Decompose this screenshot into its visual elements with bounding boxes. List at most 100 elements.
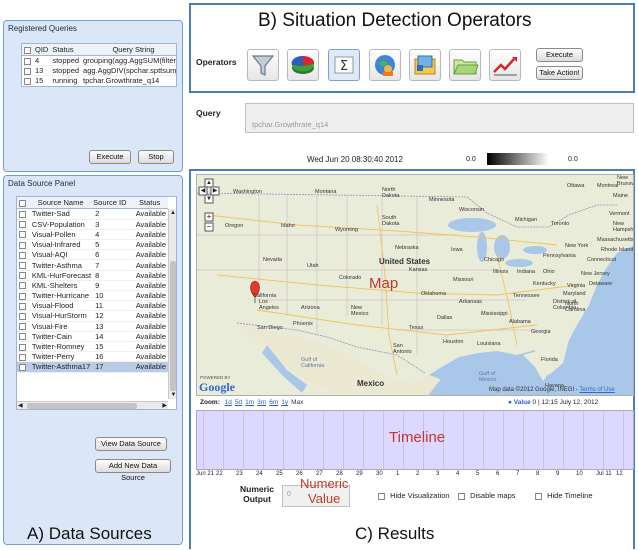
table-row[interactable]: Twitter-Sad 2 Available <box>17 209 168 220</box>
globe-person-icon[interactable] <box>369 49 401 81</box>
hide-visualization-checkbox[interactable] <box>378 492 385 500</box>
col-qid-header[interactable]: QID <box>33 44 51 56</box>
timeline-chart[interactable]: Timeline <box>196 410 634 470</box>
zoom-option-1d[interactable]: 1d <box>225 399 232 406</box>
execute-query-button[interactable]: Execute <box>89 150 131 164</box>
row-checkbox[interactable] <box>24 77 31 85</box>
row-checkbox[interactable] <box>19 302 26 310</box>
label-c-results: C) Results <box>355 524 435 543</box>
pan-down-icon[interactable]: ▼ <box>205 195 213 203</box>
table-row[interactable]: 4 stopped grouping(agg.AggSUM(filter_c <box>22 55 176 67</box>
hide-visualization-option[interactable]: Hide Visualization <box>378 491 450 500</box>
row-checkbox[interactable] <box>19 241 26 249</box>
select-all-queries-checkbox[interactable] <box>24 46 31 54</box>
col-source-name-header[interactable]: Source Name <box>30 197 92 209</box>
data-source-horizontal-scrollbar[interactable]: ◀ ▶ <box>17 401 168 409</box>
table-row[interactable]: KML-HurForecast 8 Available <box>17 270 168 281</box>
row-checkbox[interactable] <box>19 231 26 239</box>
row-checkbox[interactable] <box>19 343 26 351</box>
scroll-down-icon[interactable]: ▼ <box>169 391 176 399</box>
zoom-option-3m[interactable]: 3m <box>257 399 266 406</box>
pan-up-icon[interactable]: ▲ <box>205 179 213 187</box>
table-row[interactable]: Twitter-Romney 15 Available <box>17 341 168 353</box>
table-row[interactable]: Visual-Fire 13 Available <box>17 321 168 332</box>
open-folder-icon[interactable] <box>449 49 481 81</box>
stop-query-button[interactable]: Stop <box>138 150 174 164</box>
zoom-label: Zoom: <box>200 399 220 406</box>
row-checkbox[interactable] <box>24 57 31 65</box>
zoom-option-5d[interactable]: 5d <box>235 399 242 406</box>
col-source-id-header[interactable]: Source ID <box>91 197 137 209</box>
take-action-button[interactable]: Take Action! <box>536 66 583 80</box>
scroll-up-icon[interactable]: ▲ <box>169 209 176 217</box>
table-row[interactable]: 13 stopped agg.AggDIV(spchar.spttsum( <box>22 65 176 77</box>
table-row[interactable]: 15 running tpchar.Growthrate_q14 <box>22 75 176 86</box>
row-checkbox[interactable] <box>19 221 26 229</box>
disable-maps-checkbox[interactable] <box>458 492 465 500</box>
table-row[interactable]: Visual-Pollen 4 Available <box>17 229 168 241</box>
row-checkbox[interactable] <box>19 251 26 259</box>
operators-execute-button[interactable]: Execute <box>536 48 583 62</box>
select-all-sources-checkbox[interactable] <box>19 199 26 207</box>
pie-chart-icon[interactable] <box>287 49 319 81</box>
row-checkbox[interactable] <box>19 333 26 341</box>
trend-line-icon[interactable] <box>489 49 521 81</box>
table-row[interactable]: Twitter-Asthma17 17 Available <box>17 361 168 373</box>
scroll-right-icon[interactable]: ▶ <box>162 402 167 409</box>
terms-of-use-link[interactable]: Terms of Use <box>579 387 614 393</box>
row-checkbox[interactable] <box>19 210 26 218</box>
disable-maps-option[interactable]: Disable maps <box>458 491 516 500</box>
add-data-source-button[interactable]: Add New Data Source <box>95 459 171 482</box>
row-checkbox[interactable] <box>19 282 26 290</box>
h-scroll-thumb[interactable] <box>27 403 137 409</box>
hide-timeline-checkbox[interactable] <box>535 492 542 500</box>
google-logo[interactable]: Google <box>199 380 235 395</box>
timeline-ticks: Jun 21 22 23 24 25 26 27 28 29 30 1 2 3 4 5 6 7 8 9 10 Jul 1… <box>196 471 634 481</box>
scroll-left-icon[interactable]: ◀ <box>18 402 23 409</box>
hide-timeline-option[interactable]: Hide Timeline <box>535 491 593 500</box>
timeline-tick-label: 23 <box>236 471 243 477</box>
table-row[interactable]: Twitter-Hurricane 10 Available <box>17 290 168 302</box>
table-row[interactable]: Twitter-Asthma 7 Available <box>17 259 168 271</box>
table-row[interactable]: CSV-Population 3 Available <box>17 219 168 230</box>
sigma-icon[interactable]: Σ <box>328 49 360 81</box>
col-source-status-header[interactable]: Status <box>136 197 168 209</box>
table-row[interactable]: Twitter-Cain 14 Available <box>17 331 168 342</box>
scroll-thumb[interactable] <box>170 261 176 391</box>
place-label-louisiana: Louisiana <box>477 341 501 347</box>
table-row[interactable]: KML-Shelters 9 Available <box>17 280 168 292</box>
zoom-option-1y[interactable]: 1y <box>281 399 288 406</box>
zoom-option-6m[interactable]: 6m <box>269 399 278 406</box>
table-row[interactable]: Visual-HurStorm 12 Available <box>17 310 168 322</box>
row-checkbox[interactable] <box>19 323 26 331</box>
zoom-option-max[interactable]: Max <box>291 399 303 406</box>
pan-right-icon[interactable]: ▶ <box>211 187 219 195</box>
table-row[interactable]: Visual-Infrared 5 Available <box>17 239 168 251</box>
query-input[interactable]: tpchar.Growthrate_q14 <box>245 103 634 133</box>
map-view[interactable]: ▲ ◀ ▶ ▼ + − Washington Montana North Dakot… <box>196 174 634 396</box>
table-row[interactable]: Visual-AQI 6 Available <box>17 249 168 261</box>
pan-left-icon[interactable]: ◀ <box>199 187 207 195</box>
data-source-vertical-scrollbar[interactable]: ▲ ▼ <box>168 209 176 399</box>
col-status-header[interactable]: Status <box>50 44 82 56</box>
place-label-colorado: Colorado <box>339 275 362 281</box>
status-cell: running <box>50 75 82 86</box>
table-row[interactable]: Visual-Flood 11 Available <box>17 300 168 312</box>
timeline-gridline <box>483 411 484 469</box>
row-checkbox[interactable] <box>19 292 26 300</box>
row-checkbox[interactable] <box>19 353 26 361</box>
row-checkbox[interactable] <box>19 312 26 320</box>
row-checkbox[interactable] <box>19 363 26 371</box>
zoom-out-icon[interactable]: − <box>205 223 213 231</box>
row-checkbox[interactable] <box>19 272 26 280</box>
row-checkbox[interactable] <box>19 262 26 270</box>
zoom-in-icon[interactable]: + <box>205 213 213 221</box>
col-query-header[interactable]: Query String <box>81 44 176 56</box>
map-folder-icon[interactable] <box>409 49 441 81</box>
table-row[interactable]: Twitter-Perry 16 Available <box>17 351 168 363</box>
filter-icon[interactable] <box>247 49 279 81</box>
zoom-option-1m[interactable]: 1m <box>245 399 254 406</box>
row-checkbox[interactable] <box>24 67 31 75</box>
view-data-source-button[interactable]: View Data Source <box>95 437 167 451</box>
source-id-cell: 17 <box>93 361 134 373</box>
